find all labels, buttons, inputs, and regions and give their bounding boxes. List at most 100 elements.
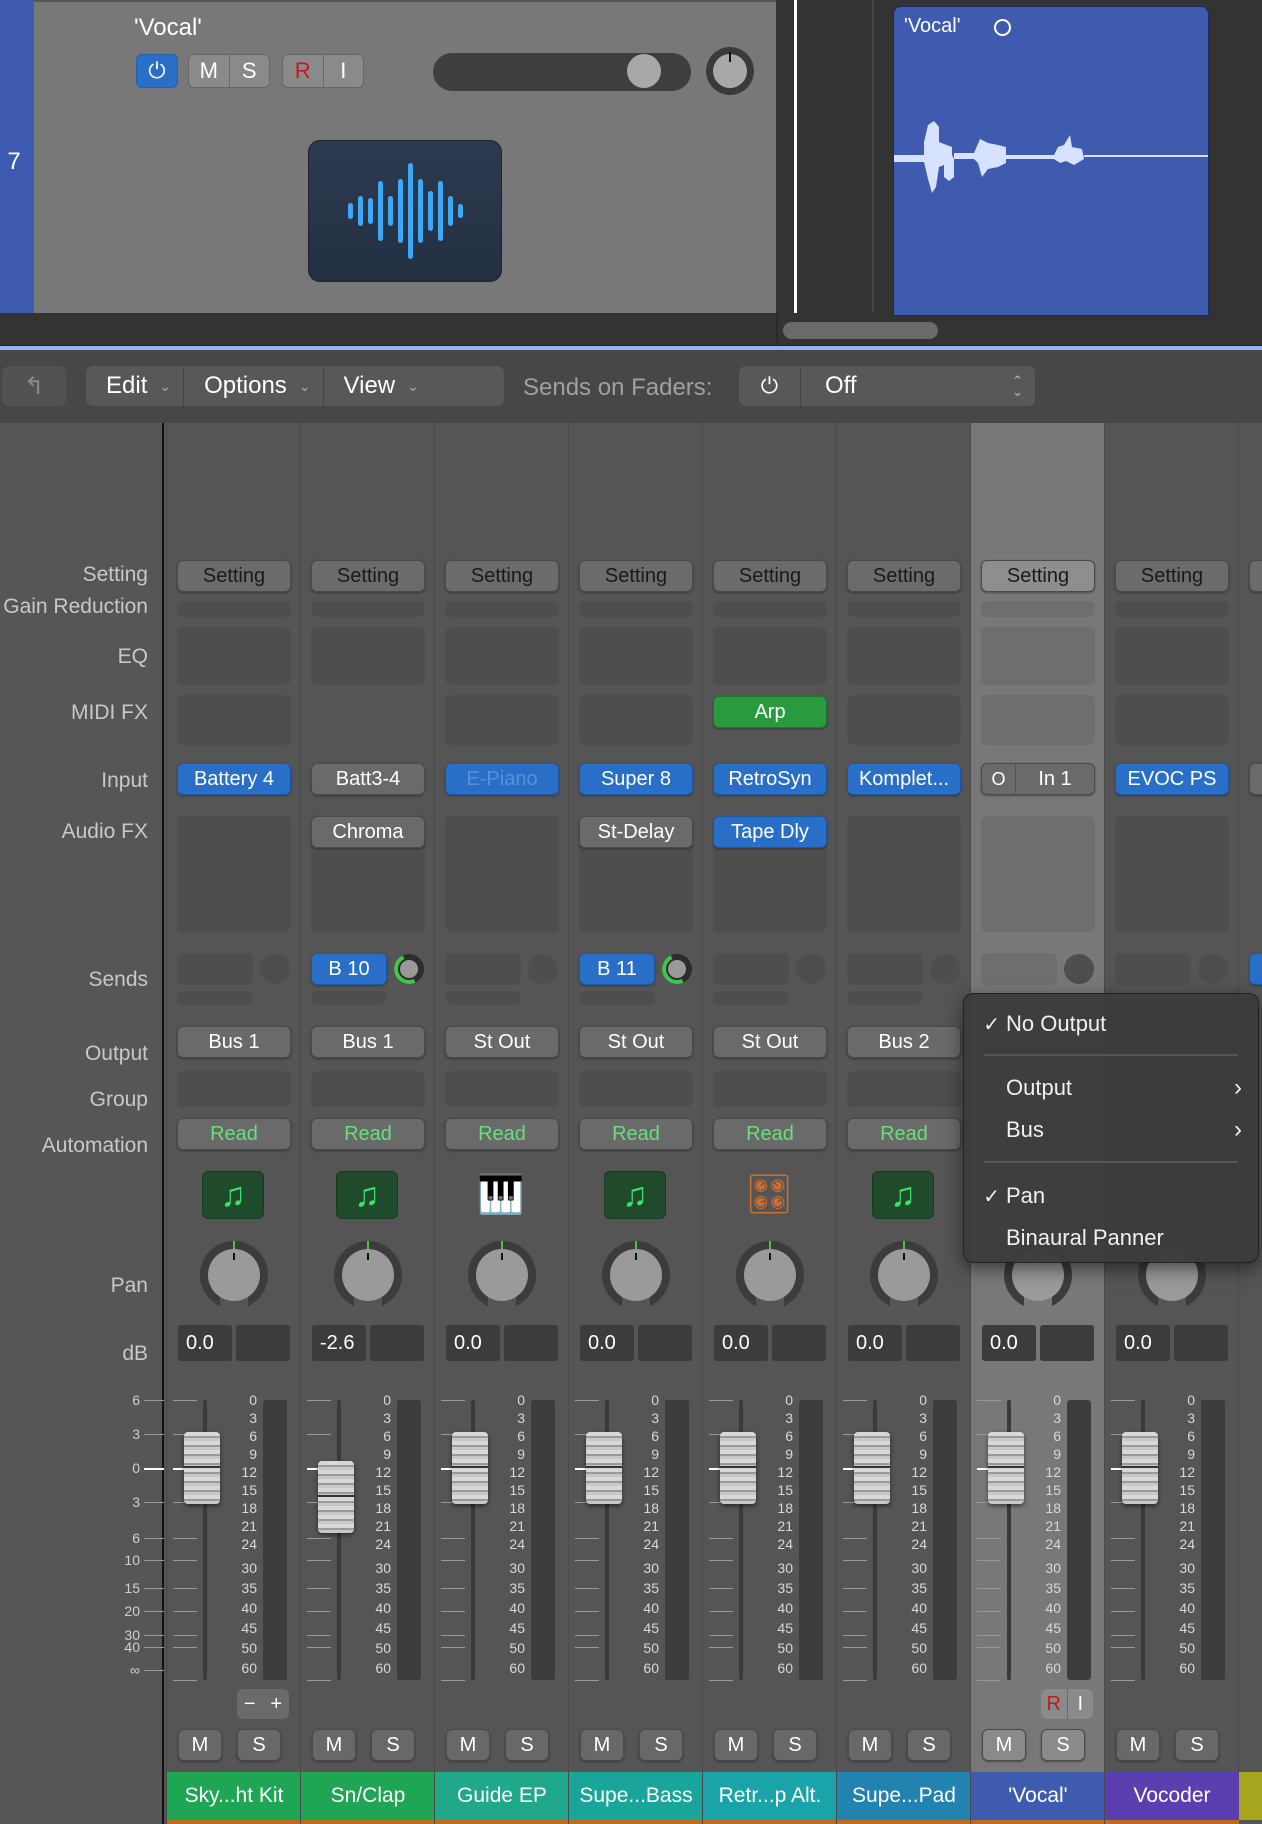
setting-button[interactable]: Setting	[1115, 560, 1229, 592]
eq-thumbnail[interactable]	[311, 627, 425, 685]
sends-on-faders-power-button[interactable]: ⏻	[739, 366, 801, 406]
send-slot-empty[interactable]	[847, 991, 923, 1005]
audio-fx-slot[interactable]: Chroma	[311, 816, 425, 848]
automation-mode-button[interactable]: Read	[847, 1118, 961, 1150]
input-button[interactable]: Komplet...	[847, 763, 961, 795]
solo-button[interactable]: S	[1041, 1729, 1085, 1761]
group-slot[interactable]	[713, 1071, 827, 1107]
peak-readout[interactable]	[504, 1325, 558, 1361]
pane-splitter[interactable]	[776, 313, 778, 345]
eq-thumbnail[interactable]	[177, 627, 291, 685]
channel-name[interactable]: Supe...Bass	[569, 1772, 703, 1820]
send-slot-empty[interactable]	[579, 991, 655, 1005]
audio-fx-area[interactable]	[1115, 816, 1229, 932]
send-level-knob[interactable]	[1198, 954, 1228, 984]
audio-waveform-icon[interactable]	[308, 140, 502, 282]
automation-mode-button[interactable]: Read	[445, 1118, 559, 1150]
output-button[interactable]: Bus 1	[311, 1026, 425, 1058]
view-menu[interactable]: View ⌄	[322, 366, 431, 406]
setting-button[interactable]: Setting	[981, 560, 1095, 592]
volume-fader-handle[interactable]	[586, 1432, 622, 1504]
send-level-knob[interactable]	[657, 949, 697, 989]
input-button[interactable]: Super 8	[579, 763, 693, 795]
send-slot-empty[interactable]	[311, 991, 387, 1005]
send-level-knob[interactable]	[528, 954, 558, 984]
setting-button[interactable]: Setting	[445, 560, 559, 592]
send-slot[interactable]	[847, 953, 923, 985]
menu-item-output[interactable]: Output ›	[964, 1070, 1258, 1106]
setting-button[interactable]: Setting	[579, 560, 693, 592]
automation-mode-button[interactable]: Read	[177, 1118, 291, 1150]
peak-readout[interactable]	[236, 1325, 290, 1361]
track-mute-button[interactable]: M	[189, 55, 229, 87]
send-level-knob[interactable]	[1064, 954, 1094, 984]
menu-item-pan[interactable]: ✓ Pan	[964, 1178, 1258, 1214]
send-slot[interactable]	[713, 953, 789, 985]
send-slot-empty[interactable]	[445, 991, 521, 1005]
peak-readout[interactable]	[1174, 1325, 1228, 1361]
peak-readout[interactable]	[370, 1325, 424, 1361]
setting-button[interactable]: Setting	[177, 560, 291, 592]
track-input-monitor-button[interactable]: I	[322, 55, 364, 87]
volume-readout[interactable]: -2.6	[312, 1325, 366, 1361]
volume-fader-handle[interactable]	[854, 1432, 890, 1504]
send-level-knob[interactable]	[930, 954, 960, 984]
mute-button[interactable]: M	[312, 1729, 356, 1761]
track-header[interactable]: 'Vocal' ⏻ M S R I	[34, 0, 776, 313]
send-slot[interactable]	[981, 953, 1057, 985]
pan-knob[interactable]	[602, 1241, 670, 1311]
mute-button[interactable]: M	[714, 1729, 758, 1761]
channel-name[interactable]: Vocoder	[1105, 1772, 1239, 1820]
input-button[interactable]: Batt3-4	[311, 763, 425, 795]
options-menu[interactable]: Options ⌄	[183, 366, 322, 406]
volume-fader-handle[interactable]	[1122, 1432, 1158, 1504]
volume-readout[interactable]: 0.0	[1116, 1325, 1170, 1361]
up-level-button[interactable]: ↰	[2, 366, 66, 406]
midi-fx-slot[interactable]	[445, 695, 559, 745]
volume-fader-handle[interactable]	[318, 1461, 354, 1534]
mute-button[interactable]: M	[446, 1729, 490, 1761]
automation-mode-button[interactable]: Read	[311, 1118, 425, 1150]
channel-name[interactable]: Guide EP	[435, 1772, 569, 1820]
piano-icon[interactable]: 🎹	[470, 1171, 532, 1219]
track-solo-button[interactable]: S	[228, 55, 270, 87]
midi-fx-slot[interactable]	[981, 695, 1095, 745]
output-button[interactable]: Bus 2	[847, 1026, 961, 1058]
pan-knob[interactable]	[468, 1241, 536, 1311]
automation-mode-button[interactable]: Read	[713, 1118, 827, 1150]
audio-fx-area[interactable]	[177, 816, 291, 932]
send-level-knob[interactable]	[260, 954, 290, 984]
plus-icon[interactable]: +	[262, 1689, 290, 1719]
input-format-icon[interactable]: O	[982, 764, 1016, 794]
fader-track[interactable]	[337, 1400, 341, 1680]
send-slot-empty[interactable]	[177, 991, 253, 1005]
volume-fader-handle[interactable]	[988, 1432, 1024, 1504]
send-level-knob[interactable]	[389, 949, 429, 989]
volume-readout[interactable]: 0.0	[580, 1325, 634, 1361]
channel-name[interactable]: 'Vocal'	[971, 1772, 1105, 1820]
eq-thumbnail[interactable]	[579, 627, 693, 685]
setting-button[interactable]	[1249, 560, 1262, 592]
midi-fx-slot[interactable]	[579, 695, 693, 745]
sends-on-faders-select[interactable]: Off ⌃ ⌄	[801, 366, 1035, 406]
input-button[interactable]: E-Piano	[445, 763, 559, 795]
synthesizer-icon[interactable]: 🎛	[738, 1171, 800, 1219]
volume-fader-handle[interactable]	[720, 1432, 756, 1504]
midi-fx-slot[interactable]: Arp	[713, 696, 827, 728]
audio-region[interactable]: 'Vocal'	[893, 6, 1209, 316]
track-number-strip[interactable]: 7	[0, 0, 34, 313]
eq-thumbnail[interactable]	[445, 627, 559, 685]
track-volume-thumb[interactable]	[626, 54, 661, 88]
midi-fx-slot[interactable]	[1115, 695, 1229, 745]
track-record-enable-button[interactable]: R	[283, 55, 323, 87]
track-pan-knob[interactable]	[706, 47, 754, 95]
minus-icon[interactable]: −	[237, 1689, 263, 1719]
channel-name-partial[interactable]	[1239, 1772, 1262, 1820]
audio-fx-slot[interactable]: Tape Dly	[713, 816, 827, 848]
eq-thumbnail[interactable]	[1115, 627, 1229, 685]
channel-name[interactable]: Sn/Clap	[301, 1772, 435, 1820]
solo-button[interactable]: S	[773, 1729, 817, 1761]
mute-button[interactable]: M	[178, 1729, 222, 1761]
pan-knob[interactable]	[334, 1241, 402, 1311]
music-note-icon[interactable]: ♫	[872, 1171, 934, 1219]
